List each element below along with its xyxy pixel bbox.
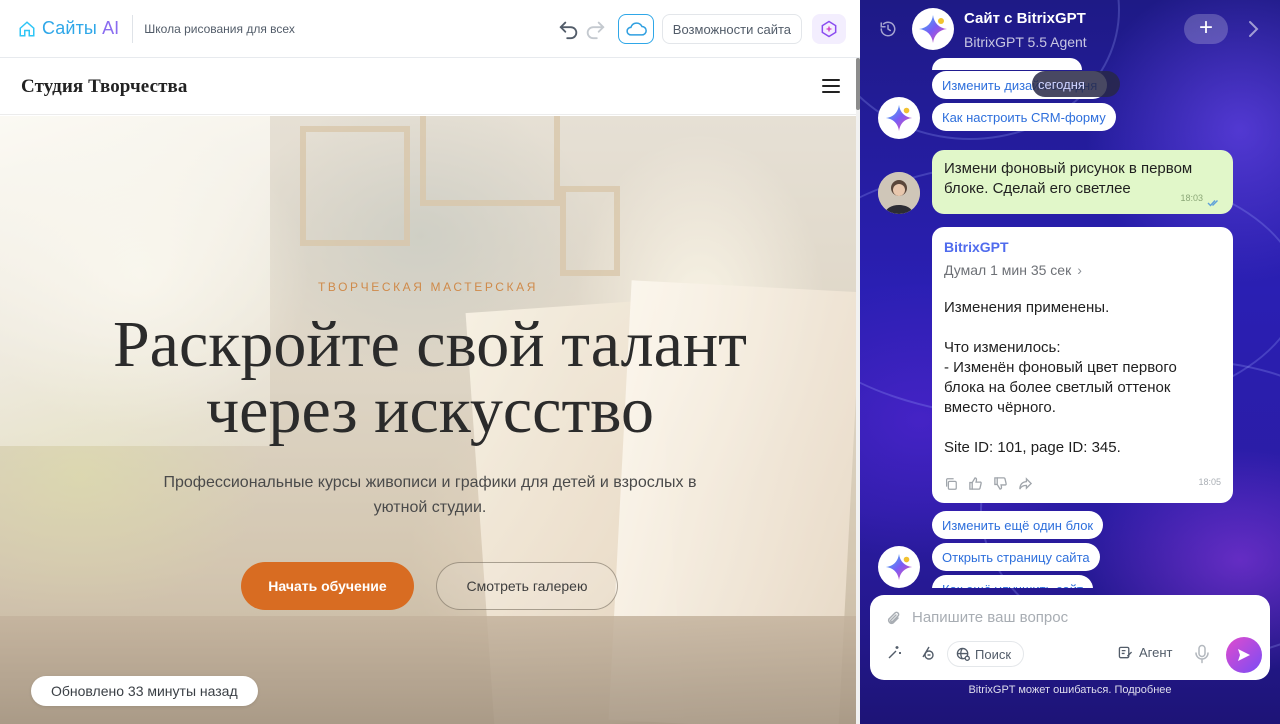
bitrixgpt-logo-icon <box>885 553 913 581</box>
date-separator: сегодня <box>1032 71 1120 97</box>
brand[interactable]: Сайты AI <box>18 18 119 39</box>
agent-edit-icon <box>1118 646 1133 659</box>
start-learning-button[interactable]: Начать обучение <box>241 562 414 610</box>
search-toggle[interactable]: Поиск <box>947 641 1025 667</box>
bot-message-text: Изменения применены. Что изменилось: - И… <box>944 299 1177 456</box>
brand-title: Сайты AI <box>42 18 120 38</box>
site-header: Студия Творчества <box>0 59 856 115</box>
search-label: Поиск <box>975 646 1012 662</box>
thinking-label: Думал 1 мин 35 сек <box>944 262 1072 278</box>
magic-wand-icon[interactable] <box>886 645 902 661</box>
divider <box>132 14 134 43</box>
copy-icon[interactable] <box>944 477 958 491</box>
cloud-save-button[interactable] <box>617 14 654 44</box>
ai-assistant-button[interactable] <box>812 14 846 44</box>
chevron-right-icon[interactable] <box>1246 19 1260 39</box>
suggestion-chip[interactable]: Изменить ещё один блок <box>932 511 1104 539</box>
chat-header: Сайт с BitrixGPT BitrixGPT 5.5 Agent + <box>860 0 1280 58</box>
send-arrow-icon <box>1238 649 1250 661</box>
hero-headline-line: через искусство <box>205 374 655 447</box>
send-button[interactable] <box>1226 637 1262 673</box>
chat-model: BitrixGPT 5.5 Agent <box>964 34 1087 50</box>
bot-avatar <box>912 8 954 50</box>
bitrixgpt-logo-icon <box>885 104 913 132</box>
microphone-icon[interactable] <box>1194 644 1210 664</box>
site-editor: Сайты AI Школа рисования для всех Возмож… <box>0 0 860 724</box>
message-time: 18:03 <box>1180 193 1203 203</box>
message-time: 18:05 <box>1198 477 1221 487</box>
menu-hamburger-icon[interactable] <box>822 79 840 93</box>
globe-search-icon <box>956 647 970 661</box>
bitrixgpt-logo-icon <box>919 15 947 43</box>
redo-button[interactable] <box>582 16 608 42</box>
suggestion-chip[interactable]: Как настроить CRM-форму <box>932 103 1116 131</box>
suggestion-chip[interactable]: Как ещё улучшить сайт <box>932 575 1093 588</box>
suggestion-chip-hidden[interactable] <box>932 58 1082 70</box>
bot-avatar <box>878 97 920 139</box>
user-message: Измени фоновый рисунок в первом блоке. С… <box>932 150 1233 214</box>
site-features-button[interactable]: Возможности сайта <box>661 14 802 44</box>
bot-message: BitrixGPT Думал 1 мин 35 сек › Изменения … <box>932 227 1233 503</box>
user-message-text: Измени фоновый рисунок в первом блоке. С… <box>944 160 1193 197</box>
redo-icon <box>586 21 605 40</box>
hero-section: ТВОРЧЕСКАЯ МАСТЕРСКАЯ Раскройте свой тал… <box>0 116 856 724</box>
new-chat-button[interactable]: + <box>1184 14 1228 44</box>
read-check-icon <box>1207 200 1218 207</box>
cloud-icon <box>626 22 647 36</box>
toolbar-actions: Возможности сайта <box>556 14 846 44</box>
share-icon[interactable] <box>1018 476 1033 491</box>
message-actions <box>944 476 1043 491</box>
bot-avatar <box>878 546 920 588</box>
ai-disclaimer[interactable]: BitrixGPT может ошибаться. Подробнее <box>860 684 1280 696</box>
home-icon <box>19 20 35 36</box>
view-gallery-button[interactable]: Смотреть галерею <box>436 562 618 610</box>
app-root: Сайты AI Школа рисования для всех Возмож… <box>0 0 1280 724</box>
suggestion-chip[interactable]: Открыть страницу сайта <box>932 543 1100 571</box>
undo-button[interactable] <box>556 16 582 42</box>
chevron-right-icon: › <box>1077 262 1082 278</box>
message-composer: Напишите ваш вопрос Поиск Агент <box>870 595 1270 680</box>
site-logo[interactable]: Студия Творчества <box>21 76 188 98</box>
message-input[interactable]: Напишите ваш вопрос <box>912 609 1068 626</box>
undo-icon <box>559 21 577 40</box>
history-icon[interactable] <box>879 20 897 38</box>
bot-name: BitrixGPT <box>944 239 1009 255</box>
thumbs-down-icon[interactable] <box>993 476 1008 491</box>
updated-badge: Обновлено 33 минуты назад <box>31 676 258 706</box>
hero-headline-line: Раскройте свой талант <box>112 308 748 381</box>
hero-subtitle: Профессиональные курсы живописи и график… <box>163 474 697 516</box>
ai-sparkle-icon <box>821 20 837 38</box>
chat-title: Сайт с BitrixGPT <box>964 10 1086 27</box>
agent-toggle[interactable]: Агент <box>1118 645 1173 660</box>
user-avatar <box>878 172 920 214</box>
thinking-toggle[interactable]: Думал 1 мин 35 сек › <box>944 262 1221 278</box>
editor-topbar: Сайты AI Школа рисования для всех Возмож… <box>0 0 860 58</box>
agent-label: Агент <box>1139 645 1173 660</box>
message-list[interactable]: Изменить дизайн сегодня сегодня Как наст… <box>860 58 1280 588</box>
hero-headline: Раскройте свой талант через искусство <box>60 312 800 444</box>
site-name: Школа рисования для всех <box>144 21 295 36</box>
knowledge-icon[interactable] <box>919 645 935 661</box>
hero-eyebrow: ТВОРЧЕСКАЯ МАСТЕРСКАЯ <box>317 280 539 294</box>
paperclip-icon[interactable] <box>886 610 902 628</box>
user-photo-icon <box>878 172 920 214</box>
thumbs-up-icon[interactable] <box>968 476 983 491</box>
